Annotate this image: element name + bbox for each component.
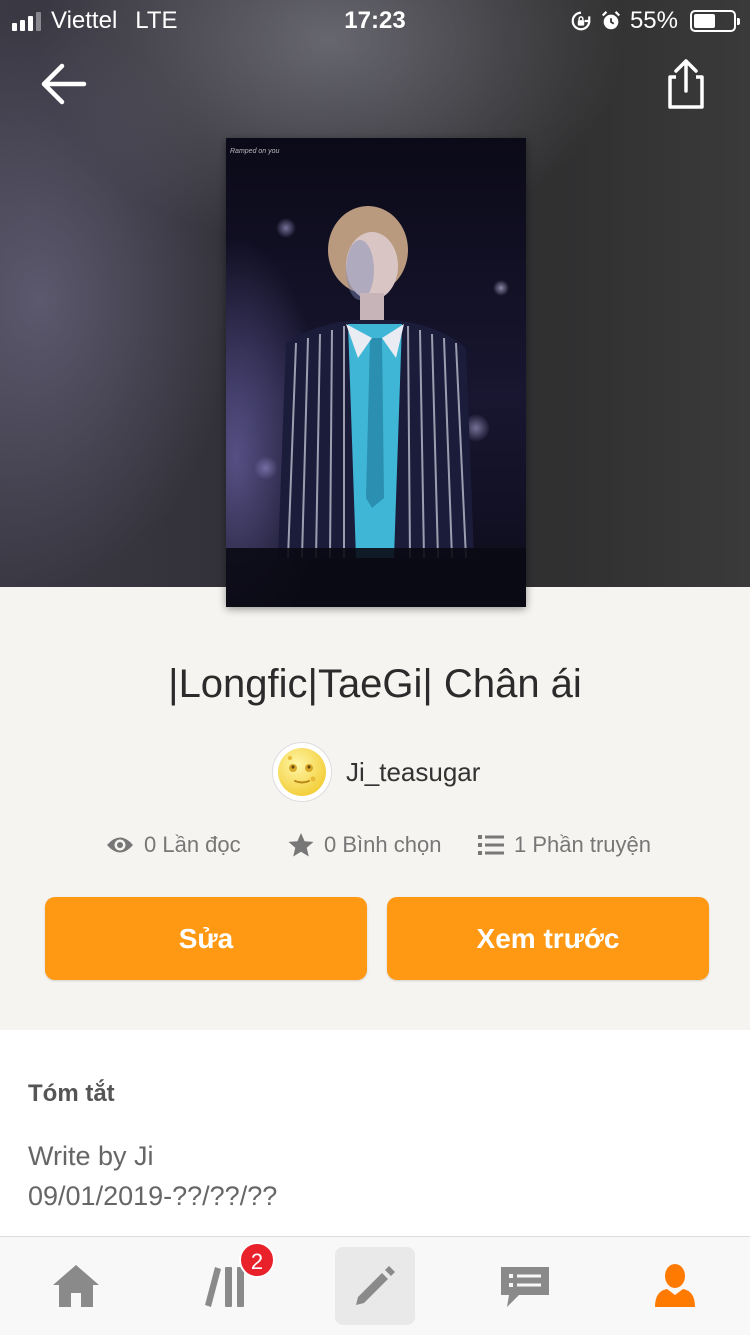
list-icon: [478, 835, 504, 855]
tab-home[interactable]: [21, 1237, 131, 1335]
reads-count: 0 Lần đọc: [144, 832, 241, 857]
messages-icon: [501, 1267, 549, 1307]
home-icon: [53, 1265, 99, 1307]
share-icon[interactable]: [660, 55, 712, 113]
battery-icon: [690, 10, 740, 32]
cover-illustration: [226, 206, 526, 607]
summary-text: Write by Ji 09/01/2019-??/??/??: [28, 1141, 278, 1211]
tab-write[interactable]: [335, 1247, 415, 1325]
tab-messages[interactable]: [470, 1237, 580, 1335]
author-name: Ji_teasugar: [346, 756, 481, 787]
alarm-icon: [601, 11, 620, 30]
profile-icon: [655, 1264, 695, 1307]
edit-button[interactable]: Sửa: [45, 897, 367, 980]
story-cover-image[interactable]: Ramped on you: [226, 138, 526, 607]
parts-count: 1 Phần truyện: [514, 832, 651, 857]
story-stats: 0 Lần đọc 0 Bình chọn 1 Phần truyện: [0, 832, 750, 868]
back-arrow-icon[interactable]: [38, 60, 90, 108]
author-avatar: [272, 742, 332, 802]
tab-profile[interactable]: [620, 1237, 730, 1335]
author-link[interactable]: Ji_teasugar: [272, 742, 480, 802]
reads-stat: 0 Lần đọc: [106, 832, 241, 858]
pencil-icon: [356, 1266, 395, 1305]
star-icon: [288, 833, 314, 857]
story-title: |Longfic|TaeGi| Chân ái: [168, 662, 582, 706]
summary-heading: Tóm tắt: [28, 1080, 115, 1107]
votes-count: 0 Bình chọn: [324, 832, 442, 857]
rotation-lock-icon: [571, 11, 591, 31]
preview-button[interactable]: Xem trước: [387, 897, 709, 980]
eye-icon: [107, 837, 133, 853]
battery-percent: 55%: [629, 7, 678, 34]
full-moon-face-icon: [278, 748, 326, 796]
parts-stat: 1 Phần truyện: [478, 832, 651, 858]
bottom-tab-bar: [0, 1236, 750, 1335]
summary-section: Tóm tắt Write by Ji 09/01/2019-??/??/??: [0, 1030, 750, 1236]
library-badge: 2: [239, 1242, 275, 1278]
votes-stat: 0 Bình chọn: [288, 832, 441, 858]
status-right: 55%: [570, 7, 740, 35]
status-bar: Viettel LTE 17:23 55%: [0, 0, 750, 40]
